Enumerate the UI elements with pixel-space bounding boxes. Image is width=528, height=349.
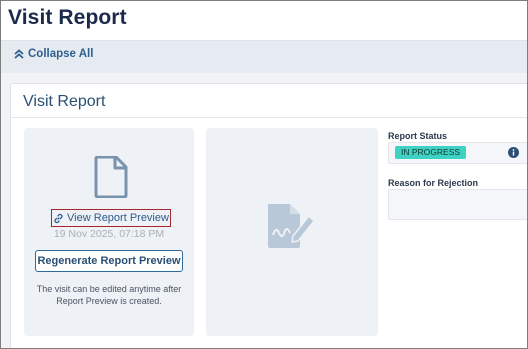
- signature-icon: [268, 204, 316, 248]
- status-badge: IN PROGRESS: [395, 146, 467, 159]
- page-title: Visit Report: [8, 6, 127, 29]
- visit-report-panel: Visit Report View Report Preview 19 Nov …: [10, 83, 527, 348]
- report-status-label: Report Status: [388, 131, 448, 141]
- preview-timestamp: 19 Nov 2025, 07:18 PM: [53, 228, 165, 240]
- view-report-preview-link[interactable]: View Report Preview: [51, 209, 171, 227]
- toolbar: Collapse All: [1, 40, 527, 74]
- page-header: Visit Report: [1, 1, 527, 40]
- reason-for-rejection-field: [388, 189, 527, 220]
- panel-divider: [11, 117, 527, 118]
- preview-note: The visit can be edited anytime after Re…: [36, 284, 182, 306]
- link-icon: [54, 213, 63, 223]
- reason-for-rejection-label: Reason for Rejection: [388, 178, 479, 188]
- panel-title: Visit Report: [23, 93, 106, 110]
- regenerate-report-preview-button[interactable]: Regenerate Report Preview: [35, 250, 183, 272]
- collapse-all-label: Collapse All: [28, 48, 94, 60]
- info-icon[interactable]: [508, 147, 519, 158]
- content-area: Visit Report View Report Preview 19 Nov …: [1, 73, 527, 348]
- app-frame: Visit Report Collapse All Visit Report V…: [0, 0, 528, 349]
- report-preview-card: View Report Preview 19 Nov 2025, 07:18 P…: [24, 128, 194, 336]
- view-report-preview-label: View Report Preview: [67, 212, 169, 224]
- document-icon: [94, 156, 128, 198]
- signature-card: [206, 128, 378, 336]
- report-status-field: IN PROGRESS: [388, 142, 527, 164]
- chevrons-up-icon: [14, 49, 24, 59]
- collapse-all-button[interactable]: Collapse All: [13, 48, 93, 60]
